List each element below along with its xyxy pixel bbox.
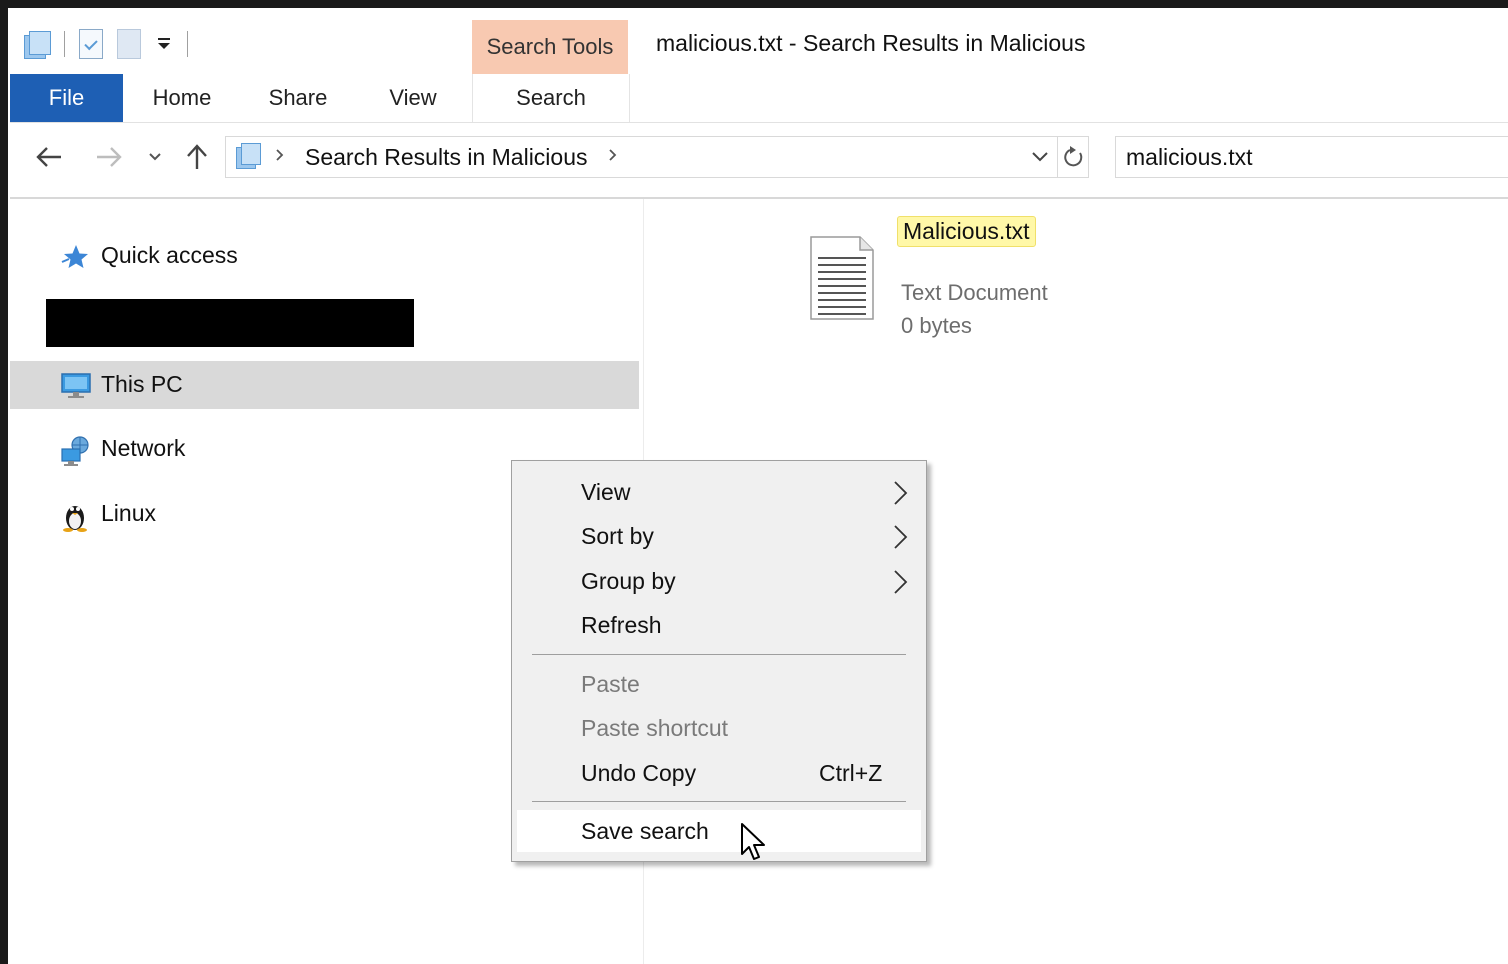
- breadcrumb-chevron-icon[interactable]: [274, 147, 286, 168]
- back-arrow-icon: [36, 147, 61, 167]
- mouse-cursor-icon: [741, 823, 765, 860]
- result-file-size: 0 bytes: [901, 313, 972, 338]
- back-button[interactable]: [30, 138, 68, 176]
- address-bar[interactable]: Search Results in Malicious: [225, 136, 1089, 178]
- up-arrow-icon: [187, 144, 207, 169]
- nav-item-quick-access[interactable]: Quick access: [10, 232, 639, 280]
- refresh-icon: [1064, 146, 1083, 167]
- window-title: malicious.txt - Search Results in Malici…: [656, 30, 1086, 56]
- network-icon: [60, 435, 90, 466]
- context-menu: View Sort by Group by Refresh Paste Past…: [511, 460, 927, 862]
- search-box[interactable]: [1115, 136, 1508, 178]
- forward-button[interactable]: [90, 138, 128, 176]
- properties-icon[interactable]: [79, 29, 103, 59]
- new-folder-icon[interactable]: [117, 29, 141, 59]
- up-button[interactable]: [180, 138, 214, 176]
- linux-penguin-icon: [60, 500, 90, 532]
- tab-share[interactable]: Share: [250, 74, 346, 122]
- menu-item-label: Paste: [581, 671, 640, 697]
- star-icon: [60, 242, 90, 272]
- menu-item-save-search[interactable]: Save search: [517, 810, 921, 852]
- submenu-arrow-icon: [894, 525, 908, 549]
- nav-item-label: Network: [101, 435, 186, 461]
- menu-item-paste-shortcut[interactable]: Paste shortcut: [517, 707, 921, 749]
- menu-item-label: Paste shortcut: [581, 715, 729, 741]
- menu-separator: [532, 801, 906, 802]
- submenu-arrow-icon: [894, 570, 908, 594]
- menu-item-view[interactable]: View: [517, 471, 921, 513]
- result-file-type: Text Document: [901, 280, 1048, 305]
- toolbar-separator: [187, 31, 188, 57]
- submenu-arrow-icon: [894, 481, 908, 505]
- nav-item-label: Quick access: [101, 242, 238, 268]
- window-frame-top: [0, 0, 1508, 8]
- menu-item-shortcut: Ctrl+Z: [819, 760, 883, 786]
- menu-item-sort-by[interactable]: Sort by: [517, 515, 921, 557]
- chevron-down-icon: [149, 153, 161, 161]
- quick-access-toolbar: [22, 24, 188, 64]
- search-tools-contextual-tab: Search Tools: [472, 20, 628, 74]
- toolbar-divider: [10, 197, 1508, 199]
- tab-search[interactable]: Search: [472, 74, 630, 122]
- menu-item-label: Undo Copy: [581, 760, 697, 786]
- menu-separator: [532, 654, 906, 655]
- tab-file[interactable]: File: [10, 74, 123, 122]
- address-dropdown-button[interactable]: [1026, 141, 1054, 173]
- breadcrumb-search-results[interactable]: Search Results in Malicious: [305, 144, 588, 171]
- recent-locations-button[interactable]: [144, 138, 166, 176]
- menu-item-label: Sort by: [581, 523, 654, 549]
- nav-item-label: This PC: [101, 371, 183, 397]
- menu-item-label: Save search: [581, 818, 709, 844]
- forward-arrow-icon: [97, 147, 122, 167]
- window-frame-left: [0, 0, 8, 964]
- menu-item-group-by[interactable]: Group by: [517, 560, 921, 602]
- nav-item-this-pc[interactable]: This PC: [10, 361, 639, 409]
- menu-item-label: Group by: [581, 568, 676, 594]
- result-file-name[interactable]: Malicious.txt: [897, 216, 1036, 247]
- breadcrumb-chevron-icon[interactable]: [607, 147, 619, 168]
- toolbar-separator: [64, 31, 65, 57]
- tab-home[interactable]: Home: [134, 74, 230, 122]
- text-document-icon[interactable]: [810, 236, 874, 320]
- nav-item-label: Linux: [101, 500, 156, 526]
- menu-item-label: View: [581, 479, 631, 505]
- menu-item-label: Refresh: [581, 612, 662, 638]
- menu-item-refresh[interactable]: Refresh: [517, 604, 921, 646]
- tab-view[interactable]: View: [366, 74, 460, 122]
- refresh-button[interactable]: [1057, 137, 1090, 177]
- search-input[interactable]: [1126, 140, 1496, 174]
- ribbon-tabs: File Home Share View Search: [10, 74, 1508, 123]
- computer-icon: [60, 371, 91, 401]
- menu-item-paste[interactable]: Paste: [517, 663, 921, 705]
- chevron-down-icon: [1032, 152, 1048, 162]
- explorer-window-icon[interactable]: [22, 31, 51, 59]
- search-results-folder-icon: [234, 143, 262, 169]
- redacted-region: [46, 299, 414, 347]
- customize-toolbar-dropdown-icon[interactable]: [155, 34, 173, 55]
- menu-item-undo-copy[interactable]: Undo Copy Ctrl+Z: [517, 752, 921, 794]
